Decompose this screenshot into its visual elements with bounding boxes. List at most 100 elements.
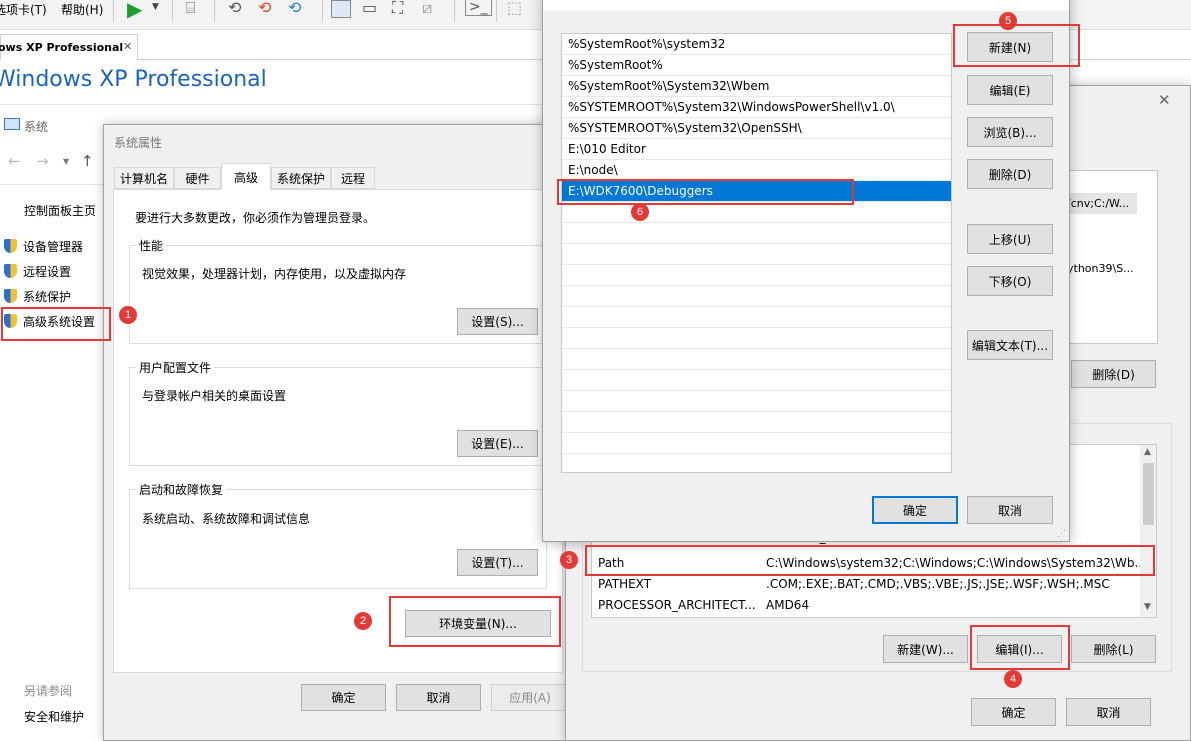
console-icon[interactable]: >_	[465, 0, 492, 16]
startup-recovery-settings-button[interactable]: 设置(T)...	[457, 549, 538, 576]
list-item[interactable]: %SystemRoot%	[562, 55, 951, 76]
see-also-heading: 另请参阅	[24, 684, 73, 698]
edit-button[interactable]: 编辑(E)	[967, 75, 1053, 105]
control-panel-home-link[interactable]: 控制面板主页	[24, 202, 96, 219]
table-row[interactable]: PATHEXT .COM;.EXE;.BAT;.CMD;.VBS;.VBE;.JS…	[592, 574, 1141, 595]
tab-advanced[interactable]: 高级	[221, 163, 271, 190]
help-menu[interactable]: 帮助(H)	[61, 1, 103, 18]
empty-row	[562, 349, 951, 370]
user-variables-list[interactable]: /cnv;C:/W... ython39\S...	[1066, 170, 1158, 344]
user-profiles-settings-button[interactable]: 设置(E)...	[457, 430, 538, 457]
environment-variables-button[interactable]: 环境变量(N)...	[405, 610, 551, 637]
admin-note: 要进行大多数更改，你必须作为管理员登录。	[135, 211, 376, 225]
forward-icon[interactable]: →	[36, 152, 49, 170]
performance-settings-button[interactable]: 设置(S)...	[457, 308, 538, 335]
sidebar-item-label: 设备管理器	[23, 240, 84, 254]
ok-button[interactable]: 确定	[301, 684, 386, 711]
empty-row	[562, 223, 951, 244]
snapshot-manager-icon[interactable]: ⟲	[288, 0, 301, 17]
vm-title: Windows XP Professional	[0, 67, 267, 92]
scrollbar[interactable]: ▲ ▼	[1140, 445, 1156, 617]
close-icon[interactable]: ✕	[123, 40, 132, 53]
system-delete-button[interactable]: 删除(L)	[1071, 635, 1156, 663]
title-bar	[543, 0, 1069, 11]
scroll-up-icon[interactable]: ▲	[1144, 447, 1151, 457]
startup-recovery-group: 启动和故障恢复 系统启动、系统故障和调试信息 设置(T)...	[129, 481, 547, 589]
tab-label: 硬件	[185, 171, 210, 186]
move-down-button[interactable]: 下移(O)	[967, 266, 1053, 296]
sidebar-item-device-manager[interactable]: 设备管理器	[4, 238, 83, 255]
step-badge-4: 4	[1004, 670, 1022, 688]
apply-button[interactable]: 应用(A)	[491, 684, 569, 711]
tab-system-protection[interactable]: 系统保护	[271, 167, 331, 189]
ok-button[interactable]: 确定	[971, 698, 1056, 726]
performance-group: 性能 视觉效果，处理器计划，内存使用，以及虚拟内存 设置(S)...	[129, 237, 547, 344]
user-variable-value: /cnv;C:/W...	[1067, 197, 1130, 210]
list-item[interactable]: %SystemRoot%\system32	[562, 34, 951, 55]
list-item-selected[interactable]: E:\WDK7600\Debuggers	[562, 181, 951, 202]
list-item[interactable]: E:\010 Editor	[562, 139, 951, 160]
toolbar-separator	[322, 0, 323, 22]
shield-icon	[4, 264, 17, 278]
stretch-icon[interactable]: ⬚	[507, 0, 522, 17]
delete-button[interactable]: 删除(D)	[967, 159, 1053, 189]
step-badge-6: 6	[631, 203, 649, 221]
history-dropdown-icon[interactable]: ▼	[63, 157, 69, 166]
security-maintenance-link[interactable]: 安全和维护	[24, 708, 84, 725]
cancel-button[interactable]: 取消	[967, 496, 1053, 524]
snapshot-icon[interactable]: ⟲	[228, 0, 241, 17]
fullscreen-icon[interactable]: ⛶	[392, 0, 403, 18]
new-button[interactable]: 新建(N)	[967, 32, 1053, 62]
user-delete-button[interactable]: 删除(D)	[1071, 360, 1156, 388]
sidebar-item-advanced-settings[interactable]: 高级系统设置	[4, 313, 95, 330]
edit-text-button[interactable]: 编辑文本(T)...	[967, 330, 1053, 360]
move-up-button[interactable]: 上移(U)	[967, 224, 1053, 254]
tab-hardware[interactable]: 硬件	[174, 167, 221, 189]
scroll-thumb[interactable]	[1143, 463, 1154, 525]
ok-button[interactable]: 确定	[872, 496, 958, 524]
system-edit-button[interactable]: 编辑(I)...	[977, 635, 1062, 663]
tab-remote[interactable]: 远程	[331, 167, 375, 189]
system-window-title: 系统	[24, 120, 49, 134]
cancel-button[interactable]: 取消	[1066, 698, 1151, 726]
empty-row	[562, 265, 951, 286]
tabs-menu[interactable]: 选项卡(T)	[0, 1, 47, 18]
var-value: .COM;.EXE;.BAT;.CMD;.VBS;.VBE;.JS;.JSE;.…	[766, 577, 1110, 591]
scroll-down-icon[interactable]: ▼	[1144, 602, 1151, 612]
var-name: PROCESSOR_ARCHITECT...	[598, 598, 756, 612]
sidebar-item-remote-settings[interactable]: 远程设置	[4, 263, 71, 280]
list-item[interactable]: %SystemRoot%\System32\Wbem	[562, 76, 951, 97]
browse-button[interactable]: 浏览(B)...	[967, 117, 1053, 147]
play-dropdown-icon[interactable]: ▼	[152, 2, 159, 12]
play-icon[interactable]: ▶	[127, 0, 142, 21]
back-icon[interactable]: ←	[8, 152, 21, 170]
empty-row	[562, 244, 951, 265]
sidebar-view-icon[interactable]	[331, 0, 351, 18]
group-title: 用户配置文件	[136, 359, 215, 376]
shield-icon	[4, 289, 17, 303]
system-new-button[interactable]: 新建(W)...	[883, 635, 968, 663]
performance-description: 视觉效果，处理器计划，内存使用，以及虚拟内存	[142, 267, 407, 281]
close-icon[interactable]: ✕	[1158, 91, 1171, 109]
cancel-button[interactable]: 取消	[396, 684, 481, 711]
step-badge-3: 3	[560, 551, 578, 569]
table-row[interactable]: PROCESSOR_ARCHITECT... AMD64	[592, 595, 1141, 616]
table-row[interactable]: Path C:\Windows\system32;C:\Windows;C:\Wi…	[592, 553, 1146, 574]
group-title: 性能	[136, 237, 167, 254]
tab-label: 远程	[340, 171, 365, 186]
path-entries-list[interactable]: %SystemRoot%\system32 %SystemRoot% %Syst…	[561, 33, 952, 473]
list-item[interactable]: %SYSTEMROOT%\System32\WindowsPowerShell\…	[562, 97, 951, 118]
unity-icon[interactable]: ⧄	[422, 0, 432, 18]
tab-computer-name[interactable]: 计算机名	[114, 167, 174, 189]
revert-snapshot-icon[interactable]: ⟲	[258, 0, 271, 17]
toolbar-separator	[496, 0, 497, 22]
empty-row	[562, 307, 951, 328]
vm-tab[interactable]: ows XP Professional ✕	[0, 34, 138, 60]
send-keys-icon[interactable]: ⌸	[186, 0, 196, 18]
thumbnail-view-icon[interactable]: ▭	[362, 0, 377, 17]
resize-grip-icon[interactable]: ⋰	[1057, 529, 1066, 539]
list-item[interactable]: E:\node\	[562, 160, 951, 181]
list-item[interactable]: %SYSTEMROOT%\System32\OpenSSH\	[562, 118, 951, 139]
up-icon[interactable]: ↑	[81, 152, 94, 170]
sidebar-item-system-protection[interactable]: 系统保护	[4, 288, 71, 305]
